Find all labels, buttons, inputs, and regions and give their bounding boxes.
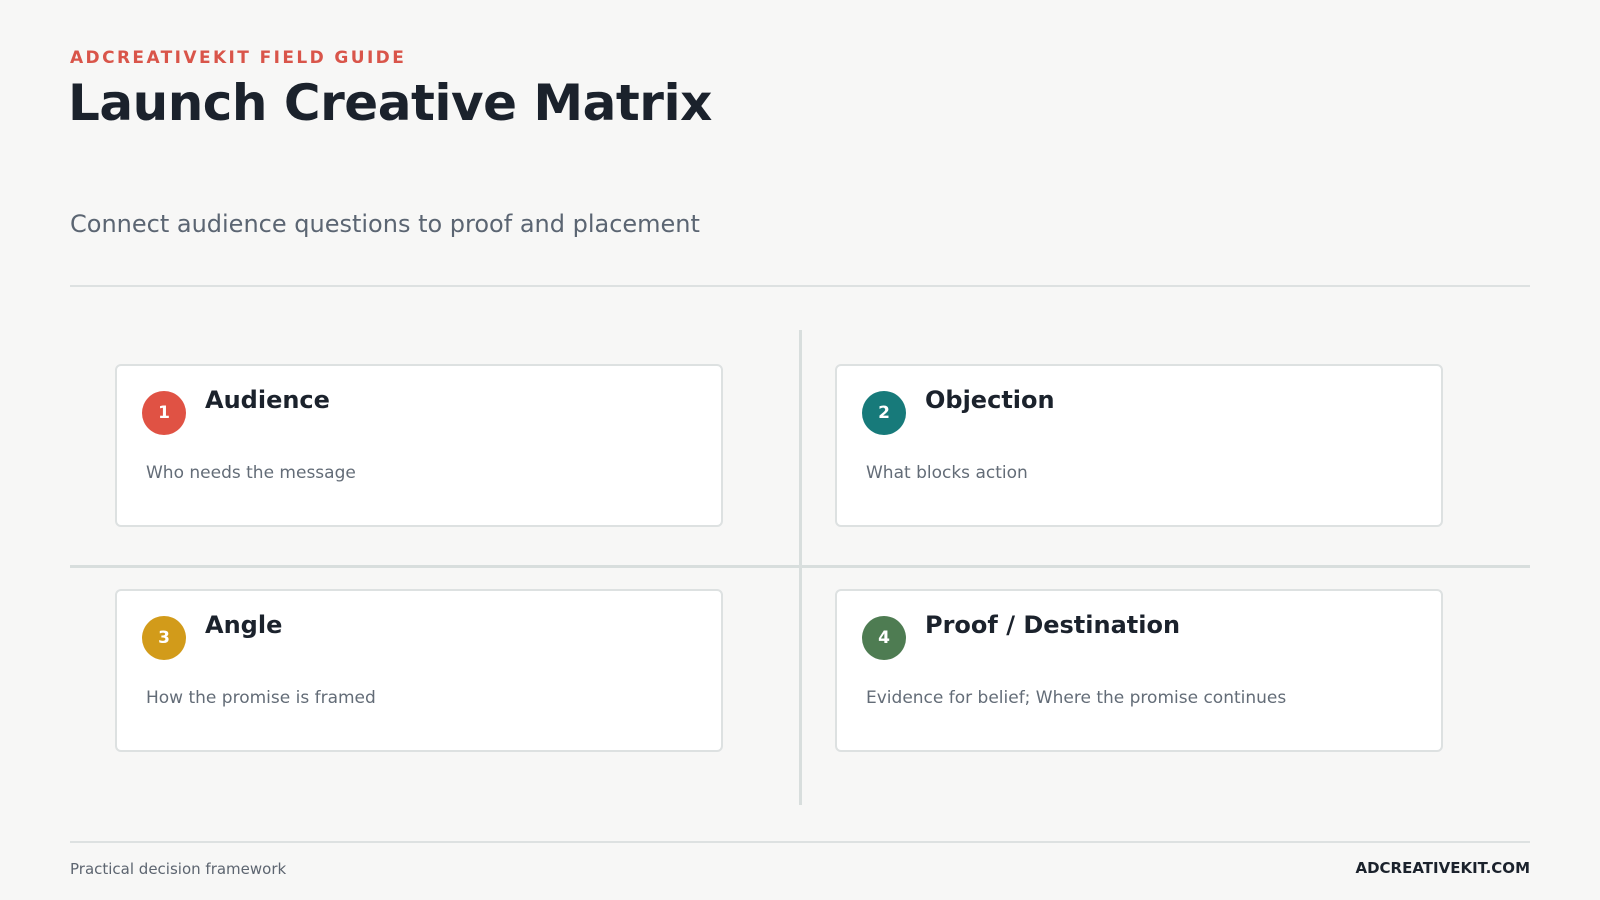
matrix-card-proof-destination: 4 Proof / Destination Evidence for belie… bbox=[835, 589, 1443, 752]
page-title: Launch Creative Matrix bbox=[68, 74, 712, 132]
matrix-card-angle: 3 Angle How the promise is framed bbox=[115, 589, 723, 752]
card-title-proof-destination: Proof / Destination bbox=[925, 611, 1181, 639]
footer-tagline: Practical decision framework bbox=[70, 860, 287, 878]
step-badge-1: 1 bbox=[142, 391, 186, 435]
step-badge-3: 3 bbox=[142, 616, 186, 660]
card-title-audience: Audience bbox=[205, 386, 330, 414]
step-badge-2: 2 bbox=[862, 391, 906, 435]
matrix-vertical-axis bbox=[799, 330, 802, 805]
card-title-angle: Angle bbox=[205, 611, 283, 639]
footer-site-link[interactable]: ADCREATIVEKIT.COM bbox=[1355, 859, 1530, 877]
bottom-divider bbox=[70, 841, 1530, 843]
step-badge-4: 4 bbox=[862, 616, 906, 660]
matrix-card-audience: 1 Audience Who needs the message bbox=[115, 364, 723, 527]
card-title-objection: Objection bbox=[925, 386, 1055, 414]
card-description-proof-destination: Evidence for belief; Where the promise c… bbox=[866, 688, 1287, 708]
card-description-audience: Who needs the message bbox=[146, 463, 356, 483]
page-subtitle: Connect audience questions to proof and … bbox=[70, 210, 700, 238]
eyebrow-label: ADCREATIVEKIT FIELD GUIDE bbox=[70, 48, 407, 68]
matrix-card-objection: 2 Objection What blocks action bbox=[835, 364, 1443, 527]
top-divider bbox=[70, 285, 1530, 287]
card-description-objection: What blocks action bbox=[866, 463, 1028, 483]
card-description-angle: How the promise is framed bbox=[146, 688, 376, 708]
